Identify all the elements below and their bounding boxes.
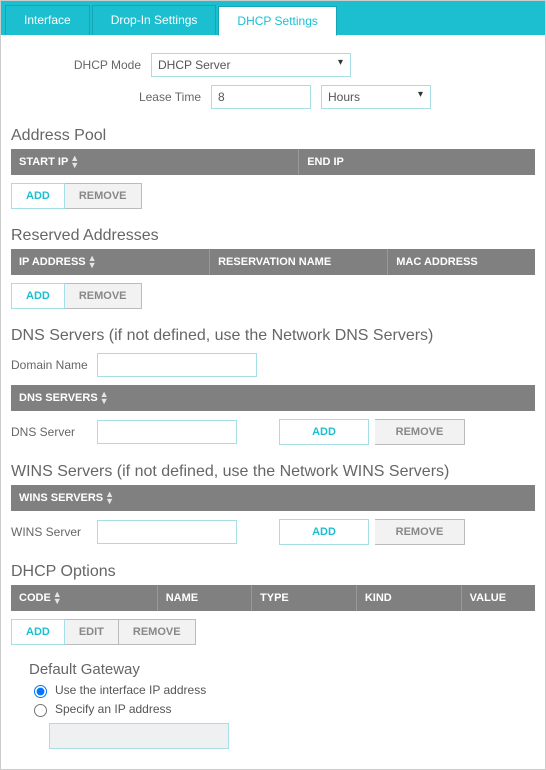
col-name[interactable]: NAME — [166, 592, 198, 604]
gateway-use-iface-radio[interactable] — [34, 685, 47, 698]
sort-icon[interactable]: ▲▼ — [100, 391, 109, 405]
dhcp-mode-select[interactable]: DHCP Server — [151, 53, 351, 77]
dns-title: DNS Servers (if not defined, use the Net… — [11, 327, 535, 345]
address-pool-title: Address Pool — [11, 127, 535, 145]
dns-server-label: DNS Server — [11, 425, 91, 439]
col-mac-address[interactable]: MAC ADDRESS — [396, 256, 478, 268]
col-kind[interactable]: KIND — [365, 592, 392, 604]
sort-icon[interactable]: ▲▼ — [70, 155, 79, 169]
options-header: CODE ▲▼ NAME TYPE KIND VALUE — [11, 585, 535, 611]
dns-server-input[interactable] — [97, 420, 237, 444]
options-add-button[interactable]: ADD — [11, 619, 65, 645]
wins-title: WINS Servers (if not defined, use the Ne… — [11, 463, 535, 481]
domain-name-label: Domain Name — [11, 358, 91, 372]
col-reservation-name[interactable]: RESERVATION NAME — [218, 256, 331, 268]
col-ip-address[interactable]: IP ADDRESS — [19, 256, 86, 268]
wins-remove-button[interactable]: REMOVE — [375, 519, 465, 545]
reserved-header: IP ADDRESS ▲▼ RESERVATION NAME MAC ADDRE… — [11, 249, 535, 275]
tab-interface[interactable]: Interface — [5, 5, 90, 35]
col-wins-servers[interactable]: WINS SERVERS — [19, 492, 103, 504]
sort-icon[interactable]: ▲▼ — [88, 255, 97, 269]
tab-dropin-settings[interactable]: Drop-In Settings — [92, 5, 217, 35]
col-type[interactable]: TYPE — [260, 592, 289, 604]
gateway-use-iface-label: Use the interface IP address — [55, 683, 206, 697]
col-code[interactable]: CODE — [19, 592, 51, 604]
dns-remove-button[interactable]: REMOVE — [375, 419, 465, 445]
lease-time-label: Lease Time — [11, 90, 211, 104]
tab-dhcp-settings[interactable]: DHCP Settings — [218, 6, 336, 36]
wins-add-button[interactable]: ADD — [279, 519, 369, 545]
address-pool-remove-button[interactable]: REMOVE — [65, 183, 142, 209]
reserved-title: Reserved Addresses — [11, 227, 535, 245]
gateway-ip-input[interactable] — [49, 723, 229, 749]
address-pool-add-button[interactable]: ADD — [11, 183, 65, 209]
wins-server-label: WINS Server — [11, 525, 91, 539]
dns-add-button[interactable]: ADD — [279, 419, 369, 445]
dhcp-mode-label: DHCP Mode — [11, 58, 151, 72]
reserved-remove-button[interactable]: REMOVE — [65, 283, 142, 309]
col-start-ip[interactable]: START IP — [19, 156, 68, 168]
options-title: DHCP Options — [11, 563, 535, 581]
col-end-ip[interactable]: END IP — [307, 156, 344, 168]
domain-name-input[interactable] — [97, 353, 257, 377]
gateway-specify-radio[interactable] — [34, 704, 47, 717]
sort-icon[interactable]: ▲▼ — [105, 491, 114, 505]
options-remove-button[interactable]: REMOVE — [119, 619, 196, 645]
gateway-specify-label: Specify an IP address — [55, 702, 172, 716]
lease-time-input[interactable] — [211, 85, 311, 109]
address-pool-header: START IP ▲▼ END IP — [11, 149, 535, 175]
dns-header: DNS SERVERS ▲▼ — [11, 385, 535, 411]
wins-header: WINS SERVERS ▲▼ — [11, 485, 535, 511]
sort-icon[interactable]: ▲▼ — [53, 591, 62, 605]
options-edit-button[interactable]: EDIT — [65, 619, 119, 645]
reserved-add-button[interactable]: ADD — [11, 283, 65, 309]
tab-bar: Interface Drop-In Settings DHCP Settings — [1, 1, 545, 35]
col-dns-servers[interactable]: DNS SERVERS — [19, 392, 98, 404]
wins-server-input[interactable] — [97, 520, 237, 544]
gateway-title: Default Gateway — [29, 661, 535, 678]
lease-time-unit-select[interactable]: Hours — [321, 85, 431, 109]
col-value[interactable]: VALUE — [470, 592, 506, 604]
